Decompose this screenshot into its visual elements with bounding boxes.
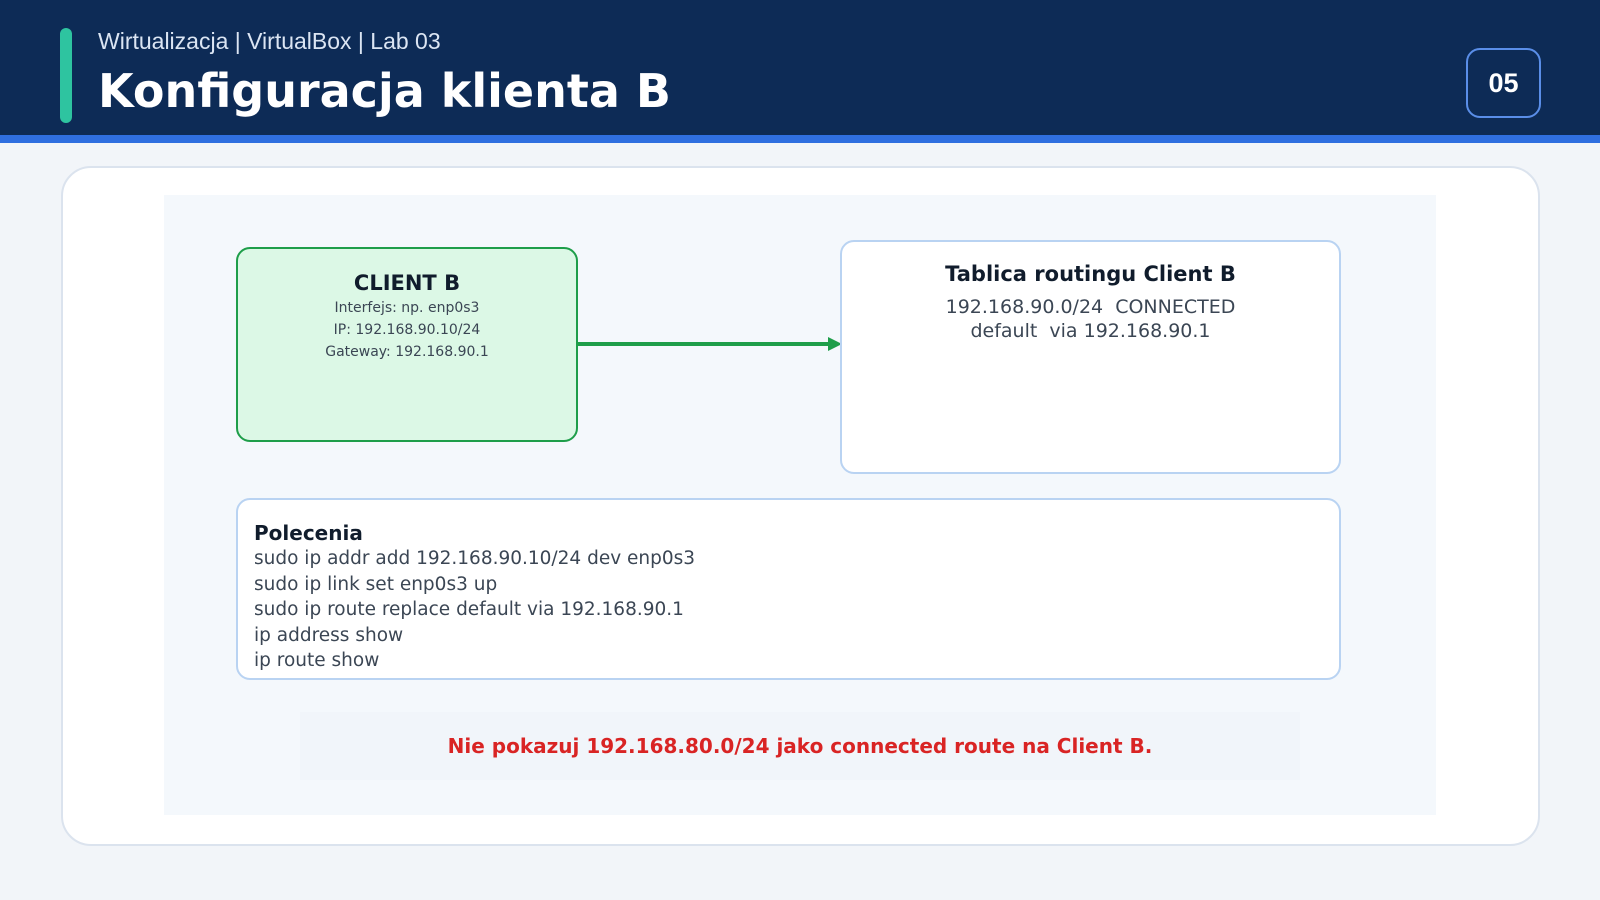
warning-text: Nie pokazuj 192.168.80.0/24 jako connect… xyxy=(447,734,1153,758)
client-b-gateway: Gateway: 192.168.90.1 xyxy=(325,344,489,360)
command-line: ip route show xyxy=(254,650,380,671)
page-number-badge: 05 xyxy=(1466,48,1541,118)
command-line: ip address show xyxy=(254,624,404,646)
client-b-interface: Interfejs: np. enp0s3 xyxy=(334,300,480,316)
command-line: sudo ip route replace default via 192.16… xyxy=(254,599,684,620)
page-title: Konfiguracja klienta B xyxy=(98,64,671,118)
commands-box: Polecenia sudo ip addr add 192.168.90.10… xyxy=(236,498,1341,680)
warning-area: Nie pokazuj 192.168.80.0/24 jako connect… xyxy=(300,712,1300,780)
header-subtitle: Wirtualizacja | VirtualBox | Lab 03 xyxy=(98,28,441,54)
routing-table-box: Tablica routingu Client B 192.168.90.0/2… xyxy=(840,240,1341,474)
client-b-ip: IP: 192.168.90.10/24 xyxy=(333,322,481,338)
routing-table-title: Tablica routingu Client B xyxy=(945,262,1236,286)
client-b-node: CLIENT B Interfejs: np. enp0s3 IP: 192.1… xyxy=(236,247,578,442)
client-b-title: CLIENT B xyxy=(353,271,461,295)
command-line: sudo ip addr add 192.168.90.10/24 dev en… xyxy=(254,548,696,569)
routing-entry-connected: 192.168.90.0/24 CONNECTED xyxy=(945,296,1236,318)
command-line: sudo ip link set enp0s3 up xyxy=(254,573,498,595)
client-to-routing-arrow xyxy=(578,337,842,351)
header-bar: Wirtualizacja | VirtualBox | Lab 03 Konf… xyxy=(0,0,1600,143)
commands-title: Polecenia xyxy=(254,521,363,545)
header-accent-bar xyxy=(60,28,72,123)
routing-entry-default: default via 192.168.90.1 xyxy=(970,320,1211,342)
